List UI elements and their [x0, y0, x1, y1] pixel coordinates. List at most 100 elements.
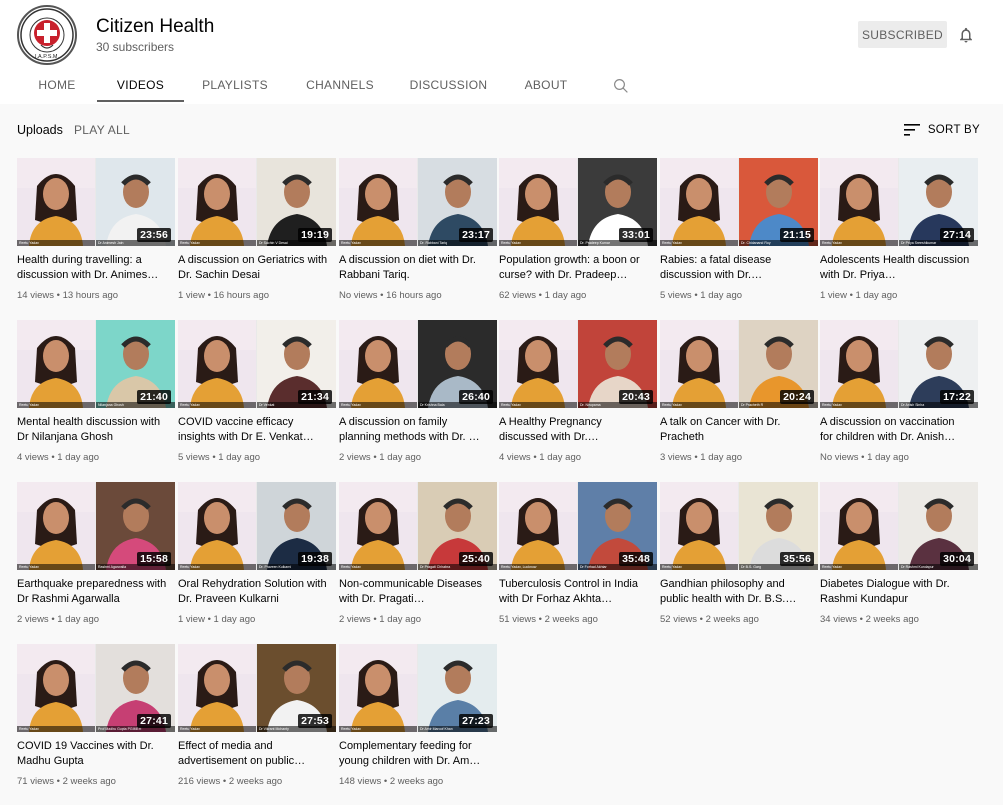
video-card[interactable]: Reetu Yadav Dr Amir Maroof Khan 27:23 Compl… — [339, 644, 497, 802]
video-title[interactable]: Health during travelling: a discussion w… — [17, 253, 167, 283]
video-card[interactable]: Reetu Yadav Dr Animesh Jain 23:56 Health du… — [17, 158, 175, 316]
tab-playlists[interactable]: PLAYLISTS — [193, 70, 277, 102]
host-name-tag: Reetu Yadav — [660, 402, 739, 408]
host-name-tag: Reetu Yadav — [339, 726, 418, 732]
host-name-tag: Reetu Yadav, Lucknow — [499, 564, 578, 570]
video-card[interactable]: Reetu Yadav, Lucknow Dr Forhad Akhtar 35:4… — [499, 482, 657, 640]
video-title[interactable]: Diabetes Dialogue with Dr. Rashmi Kundap… — [820, 577, 970, 607]
video-card[interactable]: Reetu Yadav Dr Priya Sreeshikumar 27:14 Ado… — [820, 158, 978, 316]
video-thumbnail[interactable]: Reetu Yadav Dr Rashmi Kundapur 30:04 — [820, 482, 978, 570]
video-thumbnail[interactable]: Reetu Yadav Dr. Pradeep Kumar 33:01 — [499, 158, 657, 246]
video-thumbnail[interactable]: Reetu Yadav, Lucknow Dr Forhad Akhtar 35:4… — [499, 482, 657, 570]
meta-separator: • — [48, 614, 58, 625]
video-card[interactable]: Reetu Yadav Dr Rashmi Kundapur 30:04 Diabet… — [820, 482, 978, 640]
channel-name: Citizen Health — [96, 16, 215, 37]
tab-about[interactable]: ABOUT — [514, 70, 578, 102]
video-title[interactable]: COVID 19 Vaccines with Dr. Madhu Gupta — [17, 739, 167, 769]
video-thumbnail[interactable]: Reetu Yadav Dr. Rabbani Tariq 23:17 — [339, 158, 497, 246]
video-meta: No views • 1 day ago — [820, 452, 909, 463]
tab-channels[interactable]: CHANNELS — [297, 70, 383, 102]
video-card[interactable]: Reetu Yadav Dr. Praveen Kulkarni 19:38 Oral… — [178, 482, 336, 640]
video-title[interactable]: Population growth: a boon or curse? with… — [499, 253, 649, 283]
tab-videos[interactable]: VIDEOS — [97, 70, 184, 102]
tab-discussion[interactable]: DISCUSSION — [403, 70, 494, 102]
video-card[interactable]: Reetu Yadav Prof Madhu Gupta PGIMER 27:41 C… — [17, 644, 175, 802]
video-thumbnail[interactable]: Reetu Yadav Rashmi Agarwalla 15:58 — [17, 482, 175, 570]
video-duration: 20:43 — [619, 390, 653, 404]
video-card[interactable]: Reetu Yadav Dr. Rabbani Tariq 23:17 A discu… — [339, 158, 497, 316]
video-title[interactable]: A discussion on diet with Dr. Rabbani Ta… — [339, 253, 489, 283]
video-card[interactable]: Reetu Yadav Dr Sachin V Desai 19:19 A discu… — [178, 158, 336, 316]
video-thumbnail[interactable]: Reetu Yadav Dr Animesh Jain 23:56 — [17, 158, 175, 246]
host-name-tag: Reetu Yadav — [339, 564, 418, 570]
video-thumbnail[interactable]: Reetu Yadav Dr. Praveen Kulkarni 19:38 — [178, 482, 336, 570]
video-card[interactable]: Reetu Yadav Dr B.S. Garg 35:56 Gandhian phi… — [660, 482, 818, 640]
video-title[interactable]: Mental health discussion with Dr Nilanja… — [17, 415, 167, 445]
tab-home[interactable]: HOME — [26, 70, 88, 102]
play-all-button[interactable]: PLAY ALL — [74, 123, 130, 137]
video-title[interactable]: A discussion on Geriatrics with Dr. Sach… — [178, 253, 328, 283]
video-thumbnail[interactable]: Reetu Yadav Dr Vikrant Mohanty 27:53 — [178, 644, 336, 732]
sort-by-button[interactable]: SORT BY — [903, 122, 980, 138]
video-title[interactable]: A talk on Cancer with Dr. Pracheth — [660, 415, 810, 445]
view-count: 2 views — [17, 614, 49, 625]
video-card[interactable]: Reetu Yadav Dr. Pradeep Kumar 33:01 Populat… — [499, 158, 657, 316]
video-title[interactable]: Effect of media and advertisement on pub… — [178, 739, 328, 769]
video-thumbnail[interactable]: Reetu Yadav Dr B.S. Garg 35:56 — [660, 482, 818, 570]
video-title[interactable]: Tuberculosis Control in India with Dr Fo… — [499, 577, 649, 607]
video-duration: 35:56 — [780, 552, 814, 566]
video-meta: No views • 16 hours ago — [339, 290, 442, 301]
view-count: 216 views — [178, 776, 221, 787]
upload-age: 1 day ago — [57, 614, 100, 625]
subscribed-button[interactable]: SUBSCRIBED — [858, 21, 947, 48]
video-thumbnail[interactable]: Reetu Yadav Dr Krishna Bala 26:40 — [339, 320, 497, 408]
video-duration: 27:23 — [459, 714, 493, 728]
host-video-pane: Reetu Yadav — [178, 158, 257, 246]
video-card[interactable]: Reetu Yadav Nilanjana Ghosh 21:40 Mental he… — [17, 320, 175, 478]
video-card[interactable]: Reetu Yadav Dr Anish Sinha 17:22 A discussi… — [820, 320, 978, 478]
video-card[interactable]: Reetu Yadav Rashmi Agarwalla 15:58 Earthqua… — [17, 482, 175, 640]
video-card[interactable]: Reetu Yadav Dr. Nirupama 20:43 A Healthy Pr… — [499, 320, 657, 478]
video-title[interactable]: Adolescents Health discussion with Dr. P… — [820, 253, 970, 283]
video-title[interactable]: A Healthy Pregnancy discussed with Dr.… — [499, 415, 649, 445]
video-thumbnail[interactable]: Reetu Yadav Dr Venkat 21:34 — [178, 320, 336, 408]
host-name-tag: Reetu Yadav — [660, 240, 739, 246]
video-thumbnail[interactable]: Reetu Yadav Nilanjana Ghosh 21:40 — [17, 320, 175, 408]
video-meta: 14 views • 13 hours ago — [17, 290, 118, 301]
video-title[interactable]: Oral Rehydration Solution with Dr. Prave… — [178, 577, 328, 607]
video-card[interactable]: Reetu Yadav Dr Vikrant Mohanty 27:53 Effect… — [178, 644, 336, 802]
video-card[interactable]: Reetu Yadav Dr Pracheth R 20:24 A talk on C… — [660, 320, 818, 478]
video-thumbnail[interactable]: Reetu Yadav Dr. Nirupama 20:43 — [499, 320, 657, 408]
meta-separator: • — [220, 776, 229, 787]
video-thumbnail[interactable]: Reetu Yadav Dr Anish Sinha 17:22 — [820, 320, 978, 408]
video-card[interactable]: Reetu Yadav Dr Krishna Bala 26:40 A discuss… — [339, 320, 497, 478]
video-duration: 27:41 — [137, 714, 171, 728]
video-thumbnail[interactable]: Reetu Yadav Dr Pragati Chhabra 25:40 — [339, 482, 497, 570]
video-thumbnail[interactable]: Reetu Yadav Dr Sachin V Desai 19:19 — [178, 158, 336, 246]
video-card[interactable]: Reetu Yadav Dr. Chidanand Roy 21:15 Rabies:… — [660, 158, 818, 316]
channel-search-icon[interactable] — [612, 77, 630, 95]
video-title[interactable]: Gandhian philosophy and public health wi… — [660, 577, 810, 607]
video-meta: 5 views • 1 day ago — [178, 452, 260, 463]
video-thumbnail[interactable]: Reetu Yadav Dr Priya Sreeshikumar 27:14 — [820, 158, 978, 246]
video-title[interactable]: Non-communicable Diseases with Dr. Praga… — [339, 577, 489, 607]
video-thumbnail[interactable]: Reetu Yadav Dr Pracheth R 20:24 — [660, 320, 818, 408]
video-card[interactable]: Reetu Yadav Dr Venkat 21:34 COVID vaccine e… — [178, 320, 336, 478]
video-title[interactable]: A discussion on family planning methods … — [339, 415, 489, 445]
video-title[interactable]: Complementary feeding for young children… — [339, 739, 489, 769]
notification-bell-icon[interactable] — [957, 26, 975, 44]
meta-separator: • — [858, 452, 868, 463]
channel-logo[interactable]: I.A.P.S.M. — [17, 5, 77, 65]
host-video-pane: Reetu Yadav — [178, 644, 257, 732]
video-title[interactable]: Earthquake preparedness with Dr Rashmi A… — [17, 577, 167, 607]
video-meta: 2 views • 1 day ago — [339, 452, 421, 463]
video-title[interactable]: A discussion on vaccination for children… — [820, 415, 970, 445]
video-title[interactable]: Rabies: a fatal disease discussion with … — [660, 253, 810, 283]
video-meta: 1 view • 16 hours ago — [178, 290, 269, 301]
video-thumbnail[interactable]: Reetu Yadav Dr. Chidanand Roy 21:15 — [660, 158, 818, 246]
video-thumbnail[interactable]: Reetu Yadav Dr Amir Maroof Khan 27:23 — [339, 644, 497, 732]
upload-age: 1 day ago — [379, 614, 422, 625]
video-card[interactable]: Reetu Yadav Dr Pragati Chhabra 25:40 Non-co… — [339, 482, 497, 640]
video-thumbnail[interactable]: Reetu Yadav Prof Madhu Gupta PGIMER 27:41 — [17, 644, 175, 732]
video-title[interactable]: COVID vaccine efficacy insights with Dr … — [178, 415, 328, 445]
